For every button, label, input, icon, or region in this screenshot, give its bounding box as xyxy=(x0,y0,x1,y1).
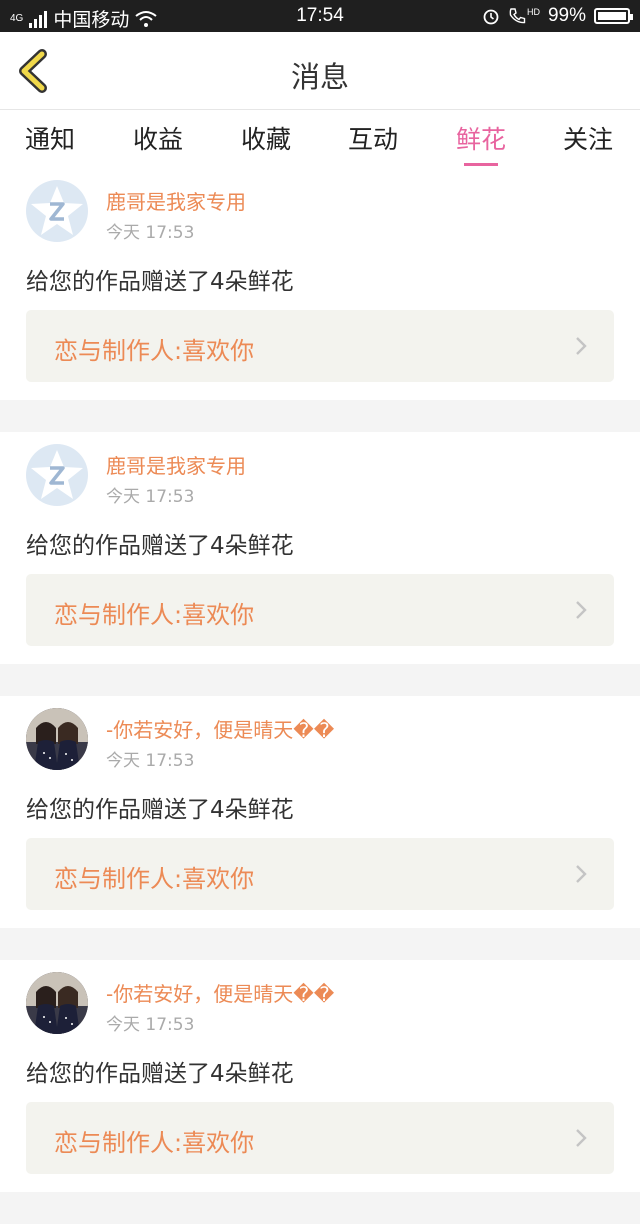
tab-interactions[interactable]: 互动 xyxy=(323,120,423,156)
work-link[interactable]: 恋与制作人:喜欢你 xyxy=(26,838,614,910)
message-time: 今天 17:53 xyxy=(106,751,195,771)
work-title: 恋与制作人:喜欢你 xyxy=(54,337,255,365)
message-text: 给您的作品赠送了4朵鲜花 xyxy=(26,533,294,559)
tab-label: 收藏 xyxy=(240,125,291,154)
message-list: 鹿哥是我家专用 今天 17:53 给您的作品赠送了4朵鲜花 恋与制作人:喜欢你 … xyxy=(0,168,640,1224)
photo-avatar[interactable] xyxy=(26,708,88,770)
active-tab-indicator xyxy=(464,163,498,166)
work-link[interactable]: 恋与制作人:喜欢你 xyxy=(26,1102,614,1174)
message-text: 给您的作品赠送了4朵鲜花 xyxy=(26,269,294,295)
message-card: -你若安好，便是晴天�� 今天 17:53 给您的作品赠送了4朵鲜花 恋与制作人… xyxy=(0,696,640,928)
sender-name[interactable]: 鹿哥是我家专用 xyxy=(106,450,246,479)
tab-label: 通知 xyxy=(24,125,75,154)
tab-label: 关注 xyxy=(562,125,613,154)
chevron-right-icon xyxy=(576,337,587,355)
status-bar: 4G 中国移动 17:54 HD 99% xyxy=(0,0,640,32)
phone-icon xyxy=(509,8,526,24)
tab-label: 互动 xyxy=(347,125,398,154)
work-title: 恋与制作人:喜欢你 xyxy=(54,865,255,893)
message-text: 给您的作品赠送了4朵鲜花 xyxy=(26,797,294,823)
work-link[interactable]: 恋与制作人:喜欢你 xyxy=(26,310,614,382)
page-title: 消息 xyxy=(290,60,349,94)
tab-notifications[interactable]: 通知 xyxy=(0,120,100,156)
battery-icon xyxy=(594,8,633,24)
message-time: 今天 17:53 xyxy=(106,223,195,243)
tab-bar: 通知 收益 收藏 互动 鲜花 关注 xyxy=(0,110,640,168)
chevron-right-icon xyxy=(576,865,587,883)
work-title: 恋与制作人:喜欢你 xyxy=(54,601,255,629)
message-card: -你若安好，便是晴天�� 今天 17:53 给您的作品赠送了4朵鲜花 恋与制作人… xyxy=(0,960,640,1192)
sender-name[interactable]: -你若安好，便是晴天�� xyxy=(106,714,334,743)
sender-name[interactable]: 鹿哥是我家专用 xyxy=(106,186,246,215)
battery-percent: 99% xyxy=(547,5,586,26)
message-time: 今天 17:53 xyxy=(106,1015,195,1035)
alarm-icon xyxy=(483,9,499,25)
nav-header: 消息 xyxy=(0,32,640,110)
message-card: 鹿哥是我家专用 今天 17:53 给您的作品赠送了4朵鲜花 恋与制作人:喜欢你 xyxy=(0,432,640,664)
tab-flowers[interactable]: 鲜花 xyxy=(431,120,531,166)
default-avatar-icon[interactable] xyxy=(26,444,88,506)
message-time: 今天 17:53 xyxy=(106,487,195,507)
tab-favorites[interactable]: 收藏 xyxy=(216,120,316,156)
chevron-right-icon xyxy=(576,1129,587,1147)
work-link[interactable]: 恋与制作人:喜欢你 xyxy=(26,574,614,646)
message-text: 给您的作品赠送了4朵鲜花 xyxy=(26,1061,294,1087)
work-title: 恋与制作人:喜欢你 xyxy=(54,1129,255,1157)
chevron-right-icon xyxy=(576,601,587,619)
tab-earnings[interactable]: 收益 xyxy=(108,120,208,156)
message-card: 鹿哥是我家专用 今天 17:53 给您的作品赠送了4朵鲜花 恋与制作人:喜欢你 xyxy=(0,168,640,400)
tab-label: 鲜花 xyxy=(455,125,506,154)
default-avatar-icon[interactable] xyxy=(26,180,88,242)
photo-avatar[interactable] xyxy=(26,972,88,1034)
sender-name[interactable]: -你若安好，便是晴天�� xyxy=(106,978,334,1007)
hd-label: HD xyxy=(526,7,540,17)
tab-label: 收益 xyxy=(132,125,183,154)
tab-following[interactable]: 关注 xyxy=(538,120,638,156)
